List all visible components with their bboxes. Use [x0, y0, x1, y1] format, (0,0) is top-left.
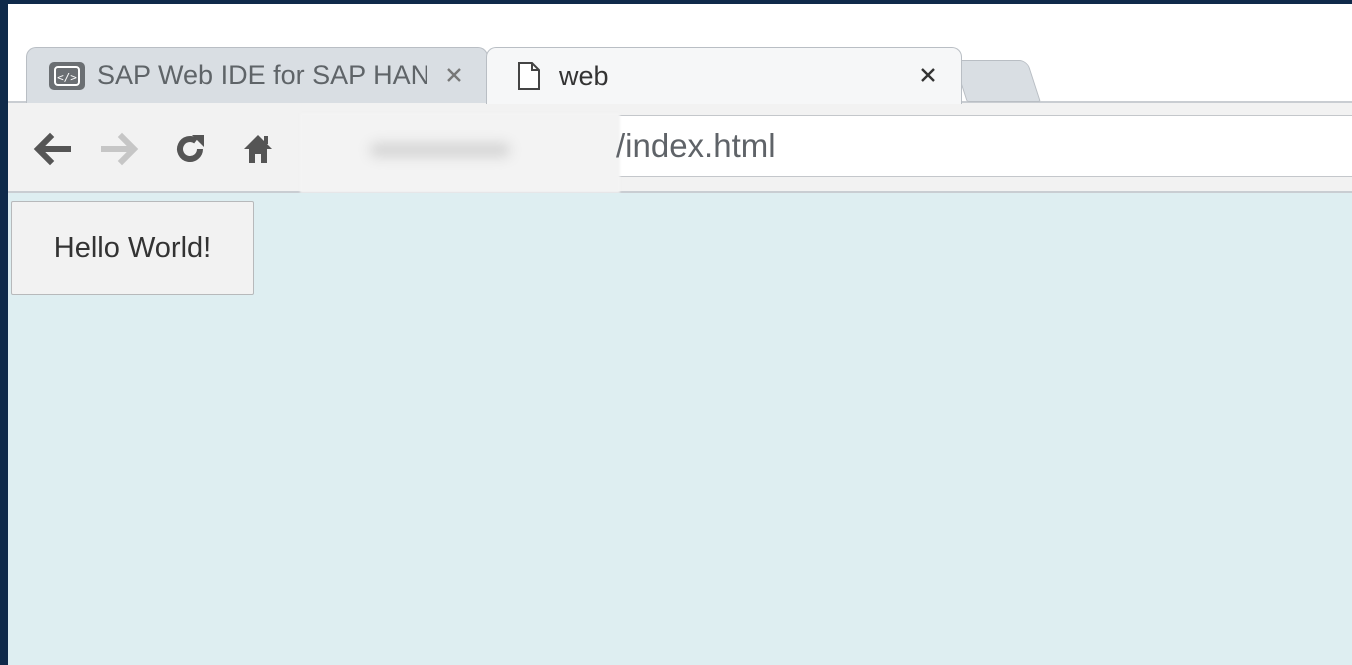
- back-arrow-icon[interactable]: [30, 129, 74, 169]
- tab-title: web: [559, 60, 609, 91]
- tab-web[interactable]: web: [486, 47, 962, 104]
- close-icon[interactable]: [913, 60, 943, 90]
- browser-window: </> SAP Web IDE for SAP HAN web /index.h…: [8, 4, 1352, 665]
- svg-text:</>: </>: [57, 71, 77, 84]
- close-icon[interactable]: [439, 60, 469, 90]
- home-icon[interactable]: [236, 129, 280, 169]
- new-tab-button[interactable]: [953, 60, 1041, 102]
- browser-toolbar: /index.html: [8, 103, 1352, 193]
- tab-title: SAP Web IDE for SAP HAN: [97, 60, 427, 90]
- hello-world-button[interactable]: Hello World!: [11, 201, 254, 295]
- redacted-url-host: [300, 113, 620, 193]
- forward-arrow-icon[interactable]: [98, 129, 142, 169]
- url-path-text: /index.html: [616, 127, 776, 164]
- page-content: Hello World!: [8, 193, 1352, 665]
- tab-sap-web-ide[interactable]: </> SAP Web IDE for SAP HAN: [26, 47, 488, 103]
- document-icon: [517, 61, 541, 91]
- tab-strip: </> SAP Web IDE for SAP HAN web: [8, 4, 1352, 106]
- reload-icon[interactable]: [168, 129, 212, 169]
- app-code-icon: </>: [49, 61, 85, 90]
